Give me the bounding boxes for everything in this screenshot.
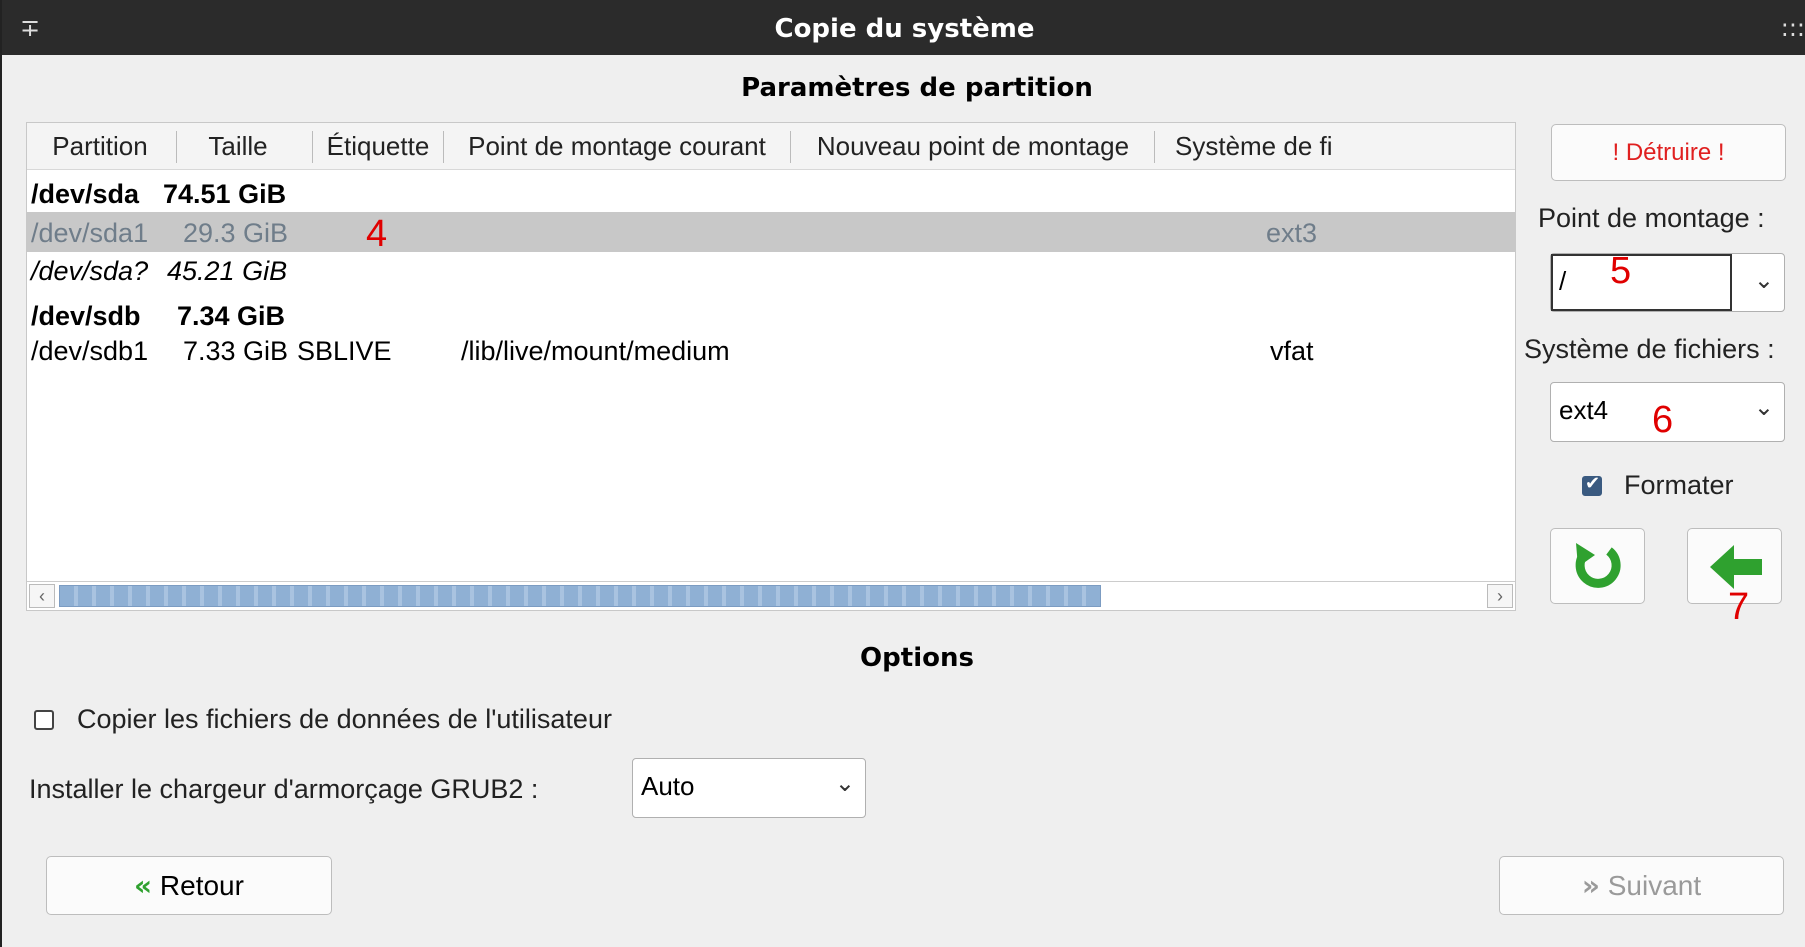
destroy-button[interactable]: ! Détruire !	[1551, 124, 1786, 181]
cell-size: 45.21 GiB	[167, 256, 288, 286]
window-menu-icon[interactable]: :::	[1781, 14, 1805, 42]
annotation-7: 7	[1728, 586, 1750, 628]
chevron-down-icon: ⌄	[834, 769, 855, 797]
column-header-partition[interactable]: Partition	[37, 131, 163, 161]
chevron-down-icon: ⌄	[1753, 393, 1774, 421]
app-window: ∓ Copie du système ::: Paramètres de par…	[0, 0, 1805, 947]
table-row-sdb[interactable]: /dev/sdb 7.34 GiB	[27, 295, 1515, 335]
horizontal-scrollbar[interactable]: ‹ ›	[27, 581, 1515, 610]
cell-size: 7.34 GiB	[177, 301, 286, 331]
annotation-5: 5	[1610, 250, 1632, 292]
cell-current-mount: /lib/live/mount/medium	[461, 336, 730, 366]
cell-partition: /dev/sda1	[31, 218, 149, 248]
table-header: Partition Taille Étiquette Point de mont…	[27, 123, 1515, 170]
cell-size: 7.33 GiB	[183, 336, 289, 366]
filesystem-value: ext4	[1559, 395, 1609, 425]
filesystem-label: Système de fichiers :	[1524, 334, 1775, 364]
table-row-sdb1[interactable]: /dev/sdb1 7.33 GiB SBLIVE /lib/live/moun…	[27, 330, 1515, 370]
cell-partition: /dev/sdb	[31, 301, 141, 331]
window-title: Copie du système	[774, 14, 1035, 44]
title-bar: ∓ Copie du système :::	[2, 0, 1805, 55]
cell-size: 74.51 GiB	[163, 179, 287, 209]
annotation-6: 6	[1652, 399, 1674, 441]
column-header-new-mount[interactable]: Nouveau point de montage	[794, 131, 1152, 161]
undo-icon	[1575, 543, 1621, 588]
mount-point-label: Point de montage :	[1538, 203, 1765, 233]
grub-value: Auto	[641, 771, 695, 801]
cell-filesystem: ext3	[1266, 218, 1318, 248]
scroll-right-icon[interactable]: ›	[1487, 584, 1513, 608]
grub-select[interactable]: Auto ⌄	[632, 758, 866, 818]
copy-user-data-checkbox[interactable]	[34, 710, 54, 730]
reset-button[interactable]	[1550, 528, 1645, 604]
back-label: Retour	[159, 870, 244, 901]
table-row-sda-free[interactable]: /dev/sda? 45.21 GiB	[27, 250, 1515, 290]
double-chevron-right-icon: »	[1581, 869, 1600, 902]
next-button[interactable]: » Suivant	[1499, 856, 1784, 915]
chevron-down-icon[interactable]: ⌄	[1754, 266, 1774, 294]
annotation-4: 4	[366, 213, 388, 255]
format-checkbox[interactable]	[1582, 473, 1602, 496]
column-header-filesystem[interactable]: Système de fic	[1157, 131, 1333, 161]
column-header-current-mount[interactable]: Point de montage courant	[447, 131, 787, 161]
copy-user-data-label: Copier les fichiers de données de l'util…	[77, 704, 612, 734]
format-label: Formater	[1624, 470, 1734, 500]
cell-label: SBLIVE	[297, 336, 392, 366]
scroll-left-icon[interactable]: ‹	[29, 584, 55, 608]
table-row-sda[interactable]: /dev/sda 74.51 GiB	[27, 173, 1515, 213]
column-header-label[interactable]: Étiquette	[315, 131, 441, 161]
mount-point-value: /	[1559, 266, 1567, 296]
cell-partition: /dev/sdb1	[31, 336, 149, 366]
cell-size: 29.3 GiB	[183, 218, 289, 248]
back-button[interactable]: « Retour	[46, 856, 332, 915]
partition-section-title: Paramètres de partition	[741, 73, 1093, 103]
mount-point-combo[interactable]: / ⌄	[1550, 253, 1785, 312]
grub-label: Installer le chargeur d'armorçage GRUB2 …	[29, 774, 539, 804]
next-label: Suivant	[1607, 870, 1702, 901]
column-header-size[interactable]: Taille	[179, 131, 297, 161]
double-chevron-left-icon: «	[134, 869, 153, 902]
table-row-sda1[interactable]: /dev/sda1 29.3 GiB ext3	[27, 212, 1515, 252]
partition-table[interactable]: Partition Taille Étiquette Point de mont…	[26, 122, 1516, 611]
cell-filesystem: vfat	[1270, 336, 1314, 366]
cell-partition: /dev/sda?	[31, 256, 149, 286]
options-section-title: Options	[860, 643, 974, 673]
mount-point-input[interactable]: /	[1551, 254, 1732, 311]
cell-partition: /dev/sda	[31, 179, 140, 209]
scrollbar-thumb[interactable]	[59, 585, 1101, 607]
